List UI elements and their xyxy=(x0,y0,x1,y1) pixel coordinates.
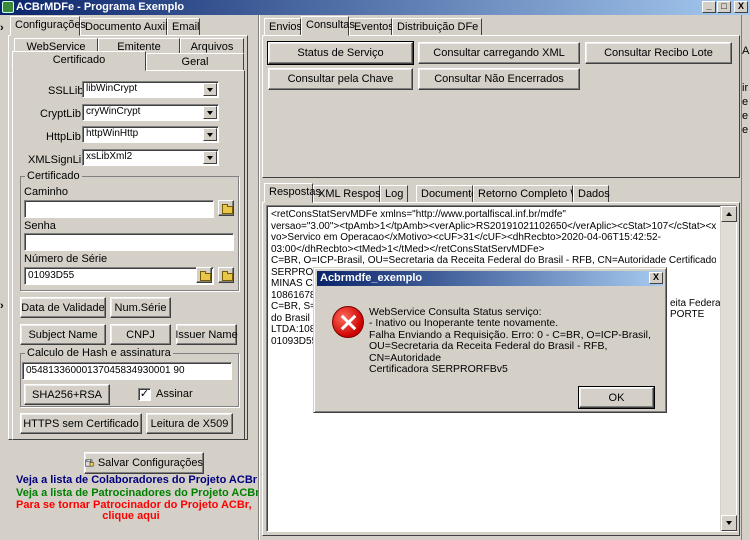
memo-line: versao="3.00"><tpAmb>1</tpAmb><verAplic>… xyxy=(271,220,716,232)
scroll-up-icon[interactable] xyxy=(721,206,737,222)
https-sem-certificado-button[interactable]: HTTPS sem Certificado xyxy=(20,413,142,434)
edge-fragment: A xyxy=(742,45,750,57)
tab-certificado[interactable]: Certificado xyxy=(12,51,146,71)
dialog-message-line: Certificadora SERPRORFBv5 xyxy=(369,363,508,376)
folder-icon[interactable] xyxy=(218,267,234,283)
tab-geral[interactable]: Geral xyxy=(146,53,244,71)
chevron-down-icon[interactable] xyxy=(203,83,217,96)
memo-scrollbar[interactable] xyxy=(720,206,737,531)
edge-fragment: e xyxy=(742,96,749,108)
numserie-label: Número de Série xyxy=(24,253,108,265)
splitter[interactable] xyxy=(258,15,260,540)
scroll-down-icon[interactable] xyxy=(721,515,737,531)
cryptlib-label: CryptLib xyxy=(40,108,81,120)
data-validade-button[interactable]: Data de Validade xyxy=(20,297,106,318)
memo-line: vo>Servico em Operacao</xMotivo><cUF>31<… xyxy=(271,232,661,243)
xmlsignlib-select[interactable]: xsLibXml2 xyxy=(82,149,219,166)
httplib-value: httpWinHttp xyxy=(86,128,139,139)
subject-name-button[interactable]: Subject Name xyxy=(20,324,106,345)
ssllib-select[interactable]: libWinCrypt xyxy=(82,81,219,98)
left-edge-arrow: › xyxy=(0,22,4,34)
folder-icon[interactable] xyxy=(196,267,212,283)
memo-line: <retConsStatServMDFe xmlns="http://www.p… xyxy=(271,209,566,220)
tab-retorno-completo-ws[interactable]: Retorno Completo WS xyxy=(473,185,588,203)
httplib-select[interactable]: httpWinHttp xyxy=(82,126,219,143)
xmlsignlib-value: xsLibXml2 xyxy=(86,151,133,162)
issuer-name-button[interactable]: Issuer Name xyxy=(175,324,238,345)
app-icon xyxy=(2,1,14,13)
ok-button[interactable]: OK xyxy=(578,386,655,409)
tab-xml-resposta[interactable]: XML Resposta xyxy=(313,185,390,203)
edge-fragment: ir xyxy=(742,82,749,94)
tab-eventos[interactable]: Eventos xyxy=(349,18,394,36)
num-serie-button[interactable]: Num.Série xyxy=(110,297,171,318)
tab-distribuicao-dfe[interactable]: Distribuição DFe xyxy=(392,18,482,36)
caminho-field[interactable] xyxy=(24,200,214,218)
patrocinadores-link[interactable]: Veja a lista de Patrocinadores do Projet… xyxy=(16,487,260,499)
tab-respostas[interactable]: Respostas xyxy=(264,183,321,203)
httplib-label: HttpLib xyxy=(46,131,81,143)
dialog-title: Acbrmdfe_exemplo xyxy=(320,272,423,284)
assinar-label: Assinar xyxy=(156,388,193,400)
tab-log[interactable]: Log xyxy=(380,185,408,203)
tab-dados[interactable]: Dados xyxy=(573,185,610,203)
window-title: ACBrMDFe - Programa Exemplo xyxy=(16,1,185,13)
chevron-down-icon[interactable] xyxy=(203,151,217,164)
senha-label: Senha xyxy=(24,220,56,232)
consultar-pela-chave-button[interactable]: Consultar pela Chave xyxy=(268,68,413,90)
assinar-checkbox[interactable]: ✓ xyxy=(138,388,151,401)
sha256-rsa-button[interactable]: SHA256+RSA xyxy=(24,384,110,405)
chevron-down-icon[interactable] xyxy=(203,106,217,119)
tab-consultas[interactable]: Consultas xyxy=(301,16,355,36)
dialog-message: WebService Consulta Status serviço: - In… xyxy=(369,306,666,376)
folder-icon[interactable] xyxy=(218,200,234,216)
save-icon xyxy=(85,459,94,467)
caminho-label: Caminho xyxy=(24,186,69,198)
tab-email[interactable]: Email xyxy=(167,18,200,36)
error-icon xyxy=(332,306,364,338)
maximize-button[interactable]: □ xyxy=(717,1,731,13)
title-bar: ACBrMDFe - Programa Exemplo _ □ X xyxy=(0,0,750,15)
tab-envios[interactable]: Envios xyxy=(264,18,302,36)
tab-documento[interactable]: Documento xyxy=(416,185,477,203)
consultar-nao-encerrados-button[interactable]: Consultar Não Encerrados xyxy=(418,68,580,90)
dialog-close-button[interactable]: X xyxy=(649,272,663,284)
memo-fragment: PORTE xyxy=(670,309,705,320)
colaboradores-link[interactable]: Veja a lista de Colaboradores do Projeto… xyxy=(16,474,257,486)
hash-group-label: Calculo de Hash e assinatura xyxy=(25,347,173,359)
ssllib-value: libWinCrypt xyxy=(86,83,138,94)
senha-field[interactable] xyxy=(24,233,234,251)
cryptlib-value: cryWinCrypt xyxy=(86,106,141,117)
salvar-label: Salvar Configurações xyxy=(97,457,203,469)
left-edge-arrow: › xyxy=(0,300,4,312)
memo-line: 03:00</dhRecbto><tMed>1</tMed></retConsS… xyxy=(271,243,545,255)
salvar-configuracoes-button[interactable]: Salvar Configurações xyxy=(84,452,204,474)
status-servico-button[interactable]: Status de Serviço xyxy=(267,41,414,65)
cryptlib-select[interactable]: cryWinCrypt xyxy=(82,104,219,121)
dialog-title-bar: Acbrmdfe_exemplo xyxy=(317,271,663,286)
close-button[interactable]: X xyxy=(734,1,748,13)
edge-fragment: e xyxy=(742,110,749,122)
leitura-x509-button[interactable]: Leitura de X509 xyxy=(146,413,233,434)
edge-fragment: e xyxy=(742,124,749,136)
consultar-carregando-xml-button[interactable]: Consultar carregando XML xyxy=(418,42,580,64)
tab-documento-auxiliar[interactable]: Documento Auxiliar xyxy=(80,18,180,36)
minimize-button[interactable]: _ xyxy=(702,1,716,13)
cnpj-button[interactable]: CNPJ xyxy=(110,324,171,345)
certificado-group-label: Certificado xyxy=(25,170,82,182)
clique-aqui-link[interactable]: clique aqui xyxy=(16,510,246,522)
chevron-down-icon[interactable] xyxy=(203,128,217,141)
error-dialog: Acbrmdfe_exemplo X WebService Consulta S… xyxy=(313,267,667,413)
hash-field[interactable]: 05481336000137045834930001 90 xyxy=(22,362,232,380)
tab-configuracoes[interactable]: Configurações xyxy=(10,16,86,36)
ssllib-label: SSLLib xyxy=(48,85,84,97)
xmlsignlib-label: XMLSignLib xyxy=(28,154,88,166)
numserie-field[interactable]: 01093D55 xyxy=(24,267,214,285)
dialog-message-line: OU=Secretaria da Receita Federal do Bras… xyxy=(369,340,608,364)
consultar-recibo-lote-button[interactable]: Consultar Recibo Lote xyxy=(585,42,732,64)
memo-line: C=BR, O=ICP-Brasil, OU=Secretaria da Rec… xyxy=(271,255,716,266)
memo-fragment: eita Federal xyxy=(670,298,723,309)
